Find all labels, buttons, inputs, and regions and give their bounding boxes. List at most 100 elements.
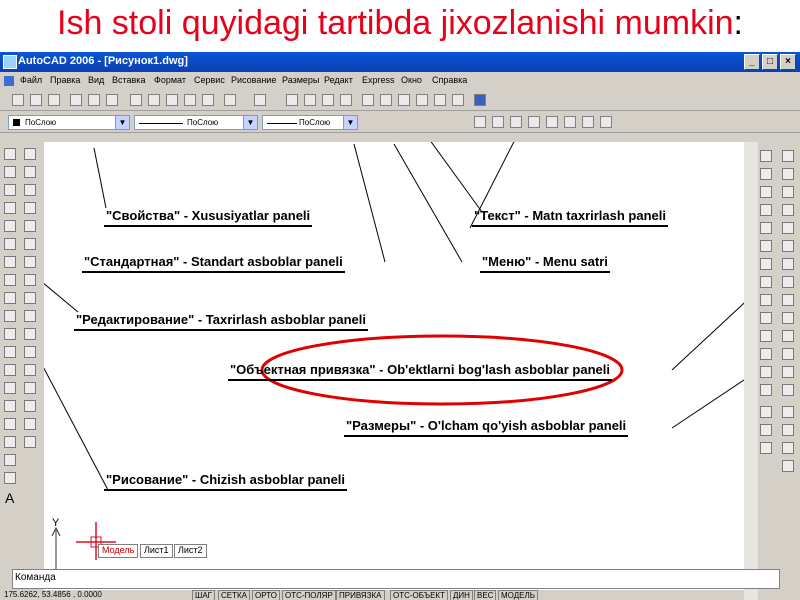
new-icon[interactable] — [12, 94, 24, 106]
publish-icon[interactable] — [106, 94, 118, 106]
tab-layout1[interactable]: Лист1 — [140, 544, 173, 558]
lwt-toggle[interactable]: ВЕС — [474, 590, 497, 600]
break-icon[interactable] — [24, 364, 36, 376]
table-icon[interactable] — [4, 454, 16, 466]
justify-text-icon[interactable] — [600, 116, 612, 128]
angular-dim-icon[interactable] — [782, 276, 794, 288]
snap-from-icon[interactable] — [760, 168, 772, 180]
chevron-down-icon[interactable]: ▼ — [343, 116, 357, 129]
menu-modify[interactable]: Редакт — [324, 75, 353, 85]
dim-style-icon[interactable] — [782, 460, 794, 472]
menu-view[interactable]: Вид — [88, 75, 104, 85]
chevron-down-icon[interactable]: ▼ — [115, 116, 129, 129]
polyline-icon[interactable] — [4, 184, 16, 196]
zoom-realtime-icon[interactable] — [304, 94, 316, 106]
gradient-icon[interactable] — [4, 418, 16, 430]
spline-icon[interactable] — [4, 292, 16, 304]
point-icon[interactable] — [4, 382, 16, 394]
jogged-dim-icon[interactable] — [782, 240, 794, 252]
trim-icon[interactable] — [24, 310, 36, 322]
menu-edit[interactable]: Правка — [50, 75, 80, 85]
scale-icon[interactable] — [24, 274, 36, 286]
dim-edit-icon[interactable] — [782, 406, 794, 418]
close-button[interactable]: × — [780, 54, 796, 70]
find-text-icon[interactable] — [528, 116, 540, 128]
line-icon[interactable] — [4, 148, 16, 160]
save-icon[interactable] — [48, 94, 60, 106]
tolerance-icon[interactable] — [782, 366, 794, 378]
move-icon[interactable] — [24, 238, 36, 250]
mirror-icon[interactable] — [24, 184, 36, 196]
revision-cloud-icon[interactable] — [4, 274, 16, 286]
snap-center-icon[interactable] — [760, 276, 772, 288]
offset-icon[interactable] — [24, 202, 36, 214]
redo-icon[interactable] — [254, 94, 266, 106]
menu-draw[interactable]: Рисование — [231, 75, 276, 85]
arc-length-icon[interactable] — [782, 186, 794, 198]
snap-intersection-icon[interactable] — [760, 222, 772, 234]
markup-icon[interactable] — [434, 94, 446, 106]
dtext-icon[interactable] — [492, 116, 504, 128]
snap-toggle[interactable]: ШАГ — [192, 590, 215, 600]
snap-apparent-icon[interactable] — [760, 240, 772, 252]
undo-icon[interactable] — [224, 94, 236, 106]
menu-express[interactable]: Express — [362, 75, 395, 85]
temp-track-icon[interactable] — [760, 150, 772, 162]
baseline-dim-icon[interactable] — [782, 312, 794, 324]
table-icon[interactable] — [4, 472, 16, 484]
lineweight-combo[interactable]: ПоСлою ▼ — [262, 115, 358, 130]
text-icon[interactable] — [474, 116, 486, 128]
zoom-previous-icon[interactable] — [340, 94, 352, 106]
match-properties-icon[interactable] — [184, 94, 196, 106]
snap-quadrant-icon[interactable] — [760, 294, 772, 306]
menu-insert[interactable]: Вставка — [112, 75, 145, 85]
copy-object-icon[interactable] — [24, 166, 36, 178]
snap-perpendicular-icon[interactable] — [760, 330, 772, 342]
rotate-icon[interactable] — [24, 256, 36, 268]
array-icon[interactable] — [24, 220, 36, 232]
snap-node-icon[interactable] — [760, 384, 772, 396]
aligned-dim-icon[interactable] — [782, 168, 794, 180]
polygon-icon[interactable] — [4, 202, 16, 214]
snap-none-icon[interactable] — [760, 424, 772, 436]
quick-dim-icon[interactable] — [782, 294, 794, 306]
cut-icon[interactable] — [130, 94, 142, 106]
explode-icon[interactable] — [24, 436, 36, 448]
snap-insert-icon[interactable] — [760, 366, 772, 378]
menu-file[interactable]: Файл — [20, 75, 42, 85]
make-block-icon[interactable] — [4, 364, 16, 376]
vertical-scrollbar[interactable] — [744, 142, 758, 600]
join-icon[interactable] — [24, 382, 36, 394]
maximize-button[interactable]: □ — [762, 54, 778, 70]
otrack-toggle[interactable]: ОТС-ОБЪЕКТ — [390, 590, 448, 600]
spelling-icon[interactable] — [546, 116, 558, 128]
tab-model[interactable]: Модель — [98, 544, 139, 558]
erase-icon[interactable] — [24, 148, 36, 160]
construction-line-icon[interactable] — [4, 166, 16, 178]
calculator-icon[interactable] — [452, 94, 464, 106]
snap-nearest-icon[interactable] — [760, 406, 772, 418]
ellipse-icon[interactable] — [4, 310, 16, 322]
scale-text-icon[interactable] — [582, 116, 594, 128]
model-toggle[interactable]: МОДЕЛЬ — [498, 590, 538, 600]
snap-extension-icon[interactable] — [760, 258, 772, 270]
drawing-canvas[interactable]: Y X "Свойства" - Xususiyatlar paneli "Ст… — [44, 142, 746, 590]
hatch-icon[interactable] — [4, 400, 16, 412]
leader-icon[interactable] — [782, 348, 794, 360]
fillet-icon[interactable] — [24, 418, 36, 430]
snap-tangent-icon[interactable] — [760, 312, 772, 324]
insert-block-icon[interactable] — [4, 346, 16, 358]
osnap-toggle[interactable]: ПРИВЯЗКА — [336, 590, 385, 600]
snap-midpoint-icon[interactable] — [760, 204, 772, 216]
layer-color-combo[interactable]: ПоСлою ▼ — [8, 115, 130, 130]
dim-text-edit-icon[interactable] — [782, 424, 794, 436]
continue-dim-icon[interactable] — [782, 330, 794, 342]
ortho-toggle[interactable]: ОРТО — [252, 590, 280, 600]
snap-endpoint-icon[interactable] — [760, 186, 772, 198]
linetype-combo[interactable]: ПоСлою ▼ — [134, 115, 258, 130]
radius-dim-icon[interactable] — [782, 222, 794, 234]
break-at-point-icon[interactable] — [24, 346, 36, 358]
menu-format[interactable]: Формат — [154, 75, 186, 85]
properties-icon[interactable] — [362, 94, 374, 106]
center-mark-icon[interactable] — [782, 384, 794, 396]
